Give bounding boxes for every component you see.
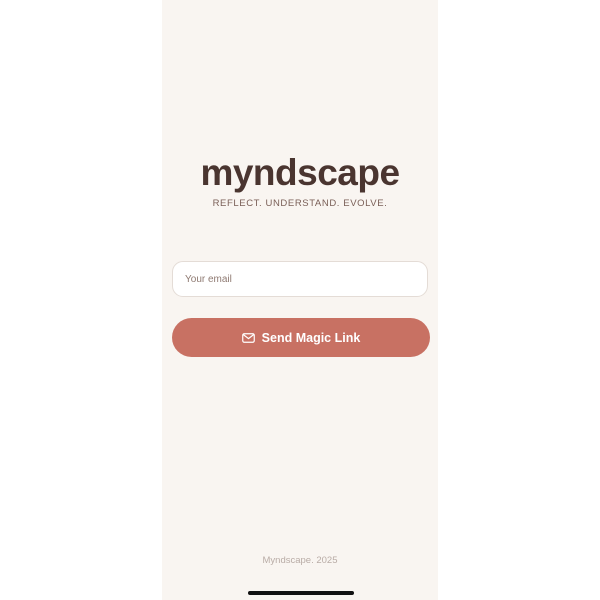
brand-header: myndscape REFLECT. UNDERSTAND. EVOLVE. bbox=[162, 150, 438, 209]
mail-icon bbox=[241, 332, 255, 343]
footer-copyright: Myndscape. 2025 bbox=[262, 555, 338, 566]
tagline: REFLECT. UNDERSTAND. EVOLVE. bbox=[212, 198, 388, 209]
app-title: myndscape bbox=[200, 152, 400, 193]
send-magic-link-button[interactable]: Send Magic Link bbox=[172, 318, 430, 357]
home-indicator[interactable] bbox=[248, 591, 354, 595]
app-screen: myndscape REFLECT. UNDERSTAND. EVOLVE. S… bbox=[162, 0, 438, 600]
email-field[interactable] bbox=[172, 261, 428, 297]
send-magic-link-label: Send Magic Link bbox=[261, 330, 361, 345]
